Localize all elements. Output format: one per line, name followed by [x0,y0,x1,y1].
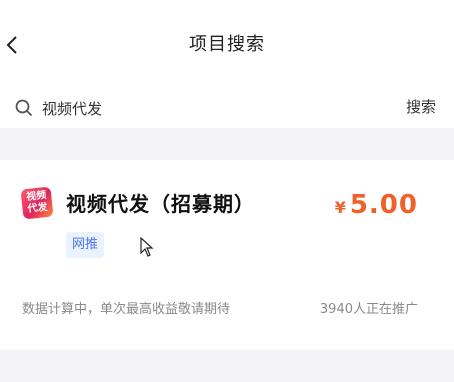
page-title: 项目搜索 [189,34,265,55]
search-button[interactable]: 搜索 [406,96,436,117]
mouse-cursor-icon [140,237,154,257]
app-icon-text-2: 代发 [27,201,49,215]
tag-badge[interactable]: 网推 [66,232,105,258]
search-box[interactable] [8,88,386,128]
price-value: 5.00 [349,190,418,220]
header-bar: 项目搜索 [0,0,454,88]
app-icon: 视频 代发 [20,186,54,220]
project-title: 视频代发（招募期） [66,192,255,216]
promoters-count: 3940人正在推广 [319,302,418,317]
price-currency: ¥ [334,198,346,217]
earnings-note: 数据计算中，单次最高收益敬请期待 [22,302,231,317]
search-bar: 搜索 [0,88,454,128]
project-card[interactable]: 视频 代发 视频代发（招募期） ¥ 5.00 网推 数据计算中，单次最高收益敬请… [0,160,454,350]
search-icon [14,98,34,118]
price: ¥ 5.00 [335,190,418,220]
search-input[interactable] [40,98,344,118]
